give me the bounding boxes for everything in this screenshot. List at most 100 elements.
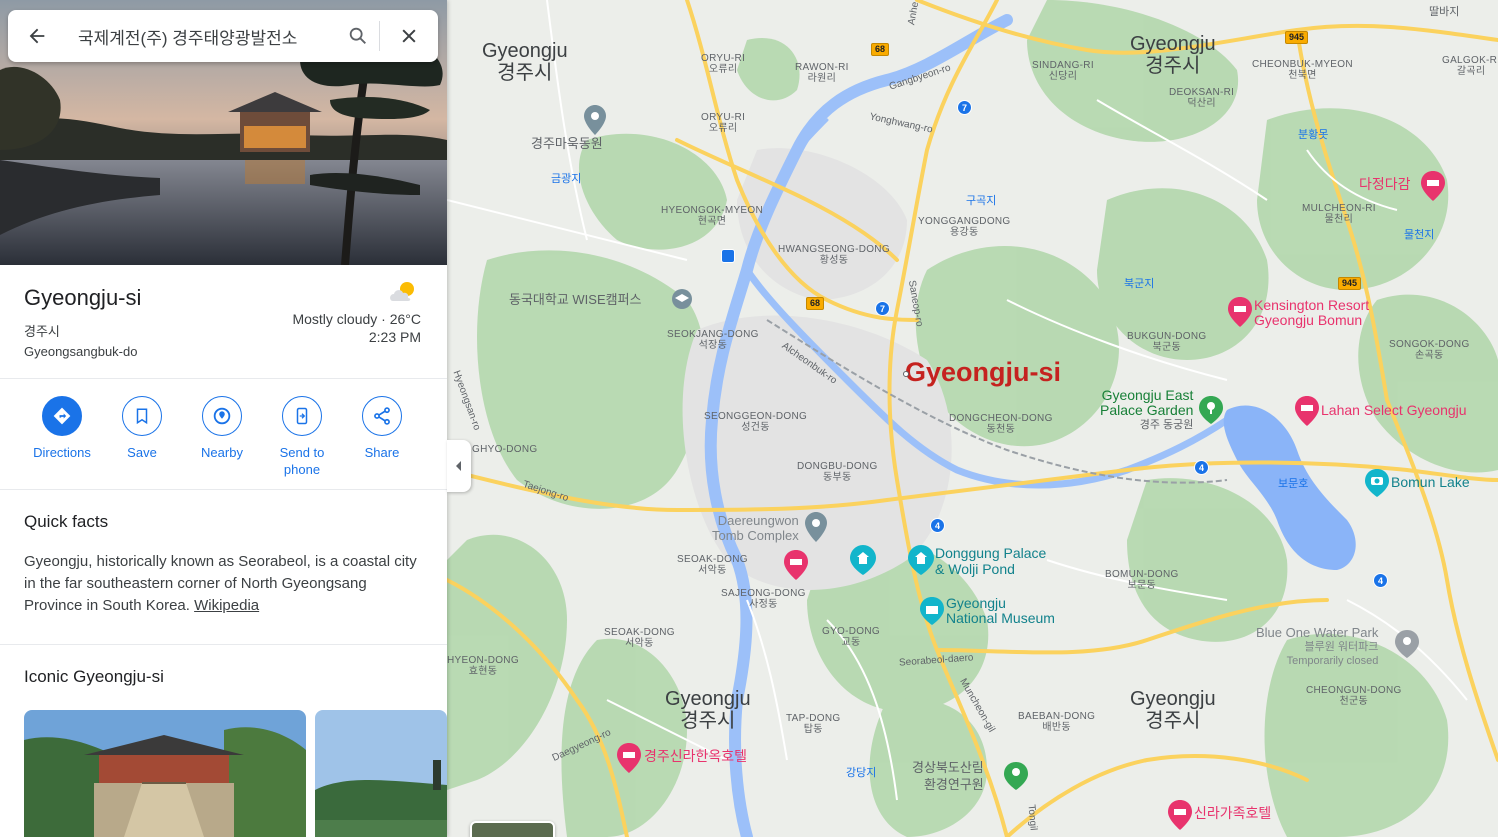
poi-label[interactable]: 경주마욱동원: [531, 136, 603, 151]
dong-label: BUKGUN-DONG 북군동: [1127, 331, 1207, 353]
close-icon: [402, 29, 416, 43]
poi-label[interactable]: Gyeongju National Museum: [946, 596, 1055, 626]
city-center-dot: [903, 371, 909, 377]
route-marker: 4: [930, 518, 945, 533]
arrow-back-icon: [29, 28, 45, 44]
dong-label: SEOAK-DONG 서악동: [677, 554, 748, 576]
partly-cloudy-icon: [387, 279, 421, 310]
poi-label[interactable]: 경상북도산림 환경연구원: [912, 759, 984, 793]
city-label[interactable]: Gyeongju-si: [905, 357, 1061, 388]
iconic-photo[interactable]: [315, 710, 447, 837]
send-to-phone-icon: [296, 407, 308, 425]
collapse-panel-button[interactable]: [447, 440, 471, 492]
dong-label: GYO-DONG 교동: [822, 626, 880, 648]
place-label: 물천지: [1404, 229, 1435, 241]
dong-label: HYEON-DONG 효현동: [447, 655, 519, 677]
poi-label[interactable]: Lahan Select Gyeongju: [1321, 402, 1467, 418]
share-icon: [374, 407, 390, 425]
nearby-button[interactable]: Nearby: [182, 396, 262, 461]
highway-shield: 945: [1338, 277, 1362, 290]
poi-label[interactable]: Kensington Resort Gyeongju Bomun: [1254, 298, 1369, 328]
quick-facts-text: Gyeongju, historically known as Seorabeo…: [24, 553, 417, 614]
dong-label: SEOKJANG-DONG 석장동: [667, 329, 759, 351]
poi-label[interactable]: 동국대학교 WISE캠퍼스: [509, 292, 642, 307]
poi-label[interactable]: 경주신라한옥호텔: [644, 748, 747, 764]
poi-label[interactable]: 다정다감: [1359, 176, 1411, 192]
iconic-photo[interactable]: [24, 710, 306, 837]
save-button[interactable]: Save: [102, 396, 182, 461]
route-marker: 7: [957, 100, 972, 115]
action-buttons: Directions Save Nearby Send to phone Shar…: [0, 379, 447, 490]
close-button[interactable]: [380, 10, 438, 62]
highway-shield: 68: [806, 297, 825, 310]
dong-label: SEONGGEON-DONG 성건동: [704, 411, 808, 433]
place-header: Gyeongju-si 경주시 Gyeongsangbuk-do Mostly …: [0, 265, 447, 379]
quick-facts-section: Quick facts Gyeongju, historically known…: [0, 490, 447, 645]
road-label: Tongil: [1025, 804, 1039, 831]
place-panel: 국제계전(주) 경주태양광발전소 Gyeongju-si 경주시 Gyeongs…: [0, 0, 447, 837]
poi-label[interactable]: Donggung Palace & Wolji Pond: [935, 545, 1046, 577]
place-label: 북군지: [1124, 278, 1155, 290]
chevron-left-icon: [456, 461, 461, 471]
dong-label: YONGGANGDONG 용강동: [918, 216, 1011, 238]
dong-label: SONGOK-DONG 손곡동: [1389, 339, 1470, 361]
back-button[interactable]: [8, 10, 66, 62]
poi-label[interactable]: Blue One Water Park 블루원 워터파크 Temporarily c…: [1256, 626, 1378, 668]
dong-label: GHYO-DONG: [472, 444, 538, 455]
poi-label[interactable]: Gyeongju East Palace Garden 경주 동궁원: [1100, 388, 1193, 433]
search-icon: [349, 27, 366, 44]
region-label: Gyeongju 경주시: [482, 40, 568, 84]
search-bar[interactable]: 국제계전(주) 경주태양광발전소: [8, 10, 438, 62]
map-canvas[interactable]: Gyeongju 경주시 Gyeongju 경주시 Gyeongju 경주시 Gyeo…: [447, 0, 1498, 837]
directions-icon: [53, 407, 71, 425]
wikipedia-link[interactable]: Wikipedia: [194, 597, 259, 614]
route-marker: 4: [1373, 573, 1388, 588]
place-local-name: 경주시: [24, 324, 60, 339]
route-marker: 4: [1194, 460, 1209, 475]
dong-label: BAEBAN-DONG 배반동: [1018, 711, 1096, 733]
quick-facts-title: Quick facts: [24, 512, 109, 531]
dong-label: GALGOK-RI 갈곡리: [1442, 55, 1498, 77]
place-label: 분황못: [1298, 129, 1329, 141]
poi-label[interactable]: 신라가족호텔: [1194, 805, 1271, 821]
region-label: Gyeongju 경주시: [1130, 33, 1216, 77]
region-label: Gyeongju 경주시: [1130, 688, 1216, 732]
search-input[interactable]: 국제계전(주) 경주태양광발전소: [66, 24, 337, 49]
layers-thumbnail[interactable]: [470, 821, 555, 837]
dong-label: SAJEONG-DONG 사정동: [721, 588, 806, 610]
place-label: 금광지: [551, 173, 582, 185]
nearby-icon: [213, 407, 231, 425]
route-marker: 7: [875, 301, 890, 316]
poi-label[interactable]: Bomun Lake: [1391, 474, 1470, 490]
iconic-title: Iconic Gyeongju-si: [24, 667, 164, 686]
dong-label: CHEONBUK-MYEON 천북면: [1252, 59, 1353, 81]
share-button[interactable]: Share: [342, 396, 422, 461]
place-label: 구곡지: [966, 195, 997, 207]
highway-shield: 945: [1285, 31, 1309, 44]
train-station-icon[interactable]: [721, 249, 735, 263]
place-label: 강당지: [846, 767, 877, 779]
dong-label: CHEONGUN-DONG 천군동: [1306, 685, 1402, 707]
place-title: Gyeongju-si: [24, 285, 142, 310]
place-label: 딸바지: [1429, 6, 1460, 18]
dong-label: DEOKSAN-RI 덕산리: [1169, 87, 1235, 109]
bookmark-icon: [136, 408, 148, 425]
dong-label: TAP-DONG 탑동: [786, 713, 841, 735]
region-label: Gyeongju 경주시: [665, 688, 751, 732]
dong-label: ORYU-RI 오류리: [701, 53, 746, 75]
send-to-phone-button[interactable]: Send to phone: [262, 396, 342, 478]
dong-label: DONGCHEON-DONG 동천동: [949, 413, 1053, 435]
dong-label: BOMUN-DONG 보문동: [1105, 569, 1179, 591]
dong-label: SINDANG-RI 신당리: [1032, 60, 1094, 82]
poi-label[interactable]: Daereungwon Tomb Complex: [712, 513, 799, 543]
dong-label: ORYU-RI 오류리: [701, 112, 746, 134]
weather-info: Mostly cloudy · 26°C 2:23 PM: [292, 311, 421, 345]
dong-label: HWANGSEONG-DONG 황성동: [778, 244, 890, 266]
iconic-section: Iconic Gyeongju-si: [0, 645, 447, 837]
search-button[interactable]: [337, 10, 379, 62]
place-region: Gyeongsangbuk-do: [24, 344, 138, 359]
dong-label: MULCHEON-RI 물천리: [1302, 203, 1376, 225]
dong-label: HYEONGOK-MYEON 현곡면: [661, 205, 763, 227]
directions-button[interactable]: Directions: [22, 396, 102, 461]
highway-shield: 68: [871, 43, 890, 56]
